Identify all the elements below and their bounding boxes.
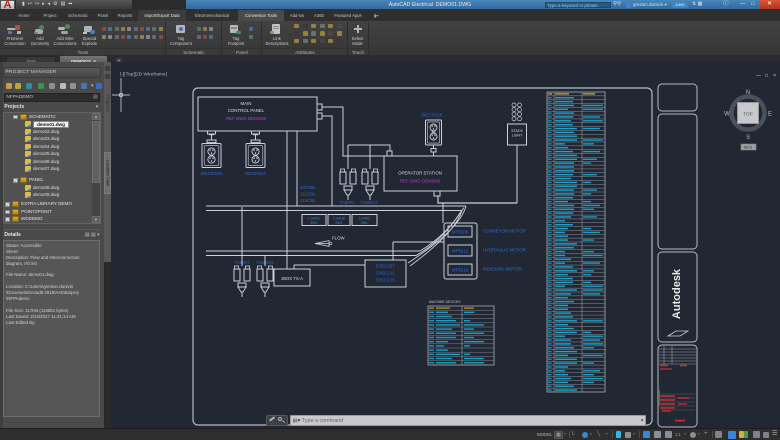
svg-text:[-][Top][2D Wireframe]: [-][Top][2D Wireframe] <box>120 72 167 78</box>
svg-text:REF DWG DEMO08: REF DWG DEMO08 <box>226 116 267 121</box>
svg-text:HYDRAULIC MOTOR: HYDRAULIC MOTOR <box>483 248 526 253</box>
svg-text:LS402: LS402 <box>359 216 371 221</box>
svg-text:W: W <box>724 112 730 118</box>
svg-text:Autodesk: Autodesk <box>671 268 683 319</box>
svg-text:DISC215: DISC215 <box>376 278 395 283</box>
svg-text:215CBL: 215CBL <box>300 198 316 203</box>
svg-text:LS408: LS408 <box>333 216 345 221</box>
svg-text:S: S <box>746 135 750 141</box>
svg-text:2WL: 2WL <box>361 221 368 225</box>
svg-text:REF DWG DEMO08: REF DWG DEMO08 <box>400 179 441 184</box>
svg-text:WCS: WCS <box>744 146 753 150</box>
svg-text:TA50#17: TA50#17 <box>360 200 378 205</box>
svg-text:E: E <box>768 112 772 118</box>
svg-text:OPERATOR STATION: OPERATOR STATION <box>398 171 442 176</box>
svg-text:—: — <box>756 73 761 79</box>
svg-text:RECP226: RECP226 <box>201 171 223 177</box>
svg-text:STACK: STACK <box>511 129 523 133</box>
svg-text:INDEXING MOTOR: INDEXING MOTOR <box>483 267 522 272</box>
svg-text:2WL: 2WL <box>310 221 317 225</box>
svg-text:MTR216: MTR216 <box>452 268 469 273</box>
svg-text:□: □ <box>765 73 768 79</box>
svg-text:TA50#4: TA50#4 <box>339 200 355 205</box>
svg-text:RECP228: RECP228 <box>422 113 443 118</box>
svg-text:2WL: 2WL <box>335 221 342 225</box>
svg-text:FLOW: FLOW <box>332 236 346 241</box>
svg-text:RECP227: RECP227 <box>245 171 267 177</box>
svg-text:TOP: TOP <box>743 112 752 117</box>
svg-text:LS402: LS402 <box>308 216 320 221</box>
svg-text:211CBL: 211CBL <box>300 192 316 197</box>
svg-text:MTR208: MTR208 <box>452 230 469 235</box>
svg-text:MACHINE DEVICES: MACHINE DEVICES <box>429 300 461 304</box>
svg-text:N: N <box>746 90 750 96</box>
svg-text:MAIN: MAIN <box>241 101 252 106</box>
svg-text:CONTROL PANEL: CONTROL PANEL <box>228 108 265 113</box>
svg-text:207CBL: 207CBL <box>300 185 316 190</box>
svg-text:DISC211: DISC211 <box>376 271 395 276</box>
svg-text:LIGHT: LIGHT <box>512 134 523 138</box>
svg-text:JBOX TS-A: JBOX TS-A <box>281 276 303 281</box>
svg-text:DISC207: DISC207 <box>376 264 395 269</box>
svg-text:MTR212: MTR212 <box>452 249 469 254</box>
svg-text:CONVEYOR MOTOR: CONVEYOR MOTOR <box>483 229 526 234</box>
svg-text:×: × <box>773 73 776 79</box>
